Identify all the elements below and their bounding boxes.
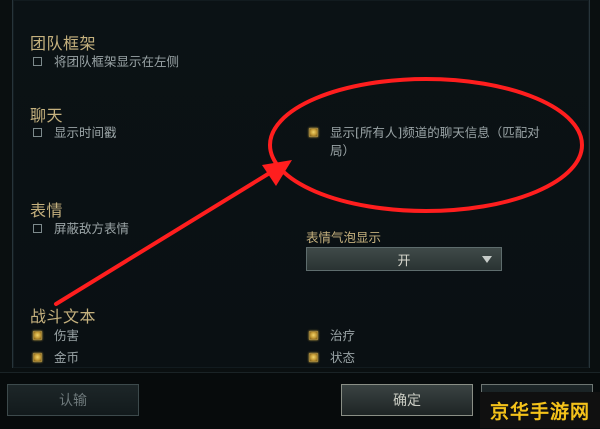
dropdown-value: 开	[397, 253, 411, 269]
option-label: 显示时间戳	[54, 125, 117, 140]
section-title-chat: 聊天	[30, 106, 64, 125]
option-show-timestamp[interactable]: 显示时间戳	[33, 124, 117, 142]
checkbox-checked-icon[interactable]	[33, 353, 42, 362]
option-team-frame-left[interactable]: 将团队框架显示在左侧	[33, 53, 179, 71]
surrender-button[interactable]: 认输	[7, 384, 139, 416]
checkbox-checked-icon[interactable]	[309, 353, 318, 362]
checkbox-checked-icon[interactable]	[33, 331, 42, 340]
dropdown-label-emote-bubble: 表情气泡显示	[306, 230, 382, 245]
option-label-line2: 局）	[330, 143, 356, 158]
option-label: 金币	[54, 350, 80, 365]
option-show-all-chat[interactable]: 显示[所有人]频道的聊天信息（匹配对 局）	[309, 124, 564, 160]
option-label: 屏蔽敌方表情	[54, 221, 130, 236]
option-label: 显示[所有人]频道的聊天信息（匹配对 局）	[330, 124, 540, 160]
section-title-emote: 表情	[30, 201, 64, 220]
site-watermark: 京华手游网	[480, 392, 600, 428]
emote-bubble-dropdown[interactable]: 开	[306, 247, 502, 271]
section-title-combat-text: 战斗文本	[30, 307, 97, 326]
option-label: 将团队框架显示在左侧	[54, 54, 180, 69]
option-status[interactable]: 状态	[309, 349, 355, 367]
option-label: 治疗	[330, 328, 356, 343]
option-heal[interactable]: 治疗	[309, 327, 355, 345]
option-label: 伤害	[54, 328, 80, 343]
checkbox-icon[interactable]	[33, 224, 42, 233]
checkbox-checked-icon[interactable]	[309, 128, 318, 137]
option-label: 状态	[330, 350, 356, 365]
confirm-button[interactable]: 确定	[341, 384, 473, 416]
section-title-team-frame: 团队框架	[30, 34, 97, 53]
option-mute-enemy-emotes[interactable]: 屏蔽敌方表情	[33, 220, 129, 238]
checkbox-checked-icon[interactable]	[309, 331, 318, 340]
checkbox-icon[interactable]	[33, 128, 42, 137]
chevron-down-icon	[482, 256, 492, 263]
option-gold[interactable]: 金币	[33, 349, 79, 367]
checkbox-icon[interactable]	[33, 57, 42, 66]
option-damage[interactable]: 伤害	[33, 327, 79, 345]
option-label-line1: 显示[所有人]频道的聊天信息（匹配对	[330, 125, 540, 140]
